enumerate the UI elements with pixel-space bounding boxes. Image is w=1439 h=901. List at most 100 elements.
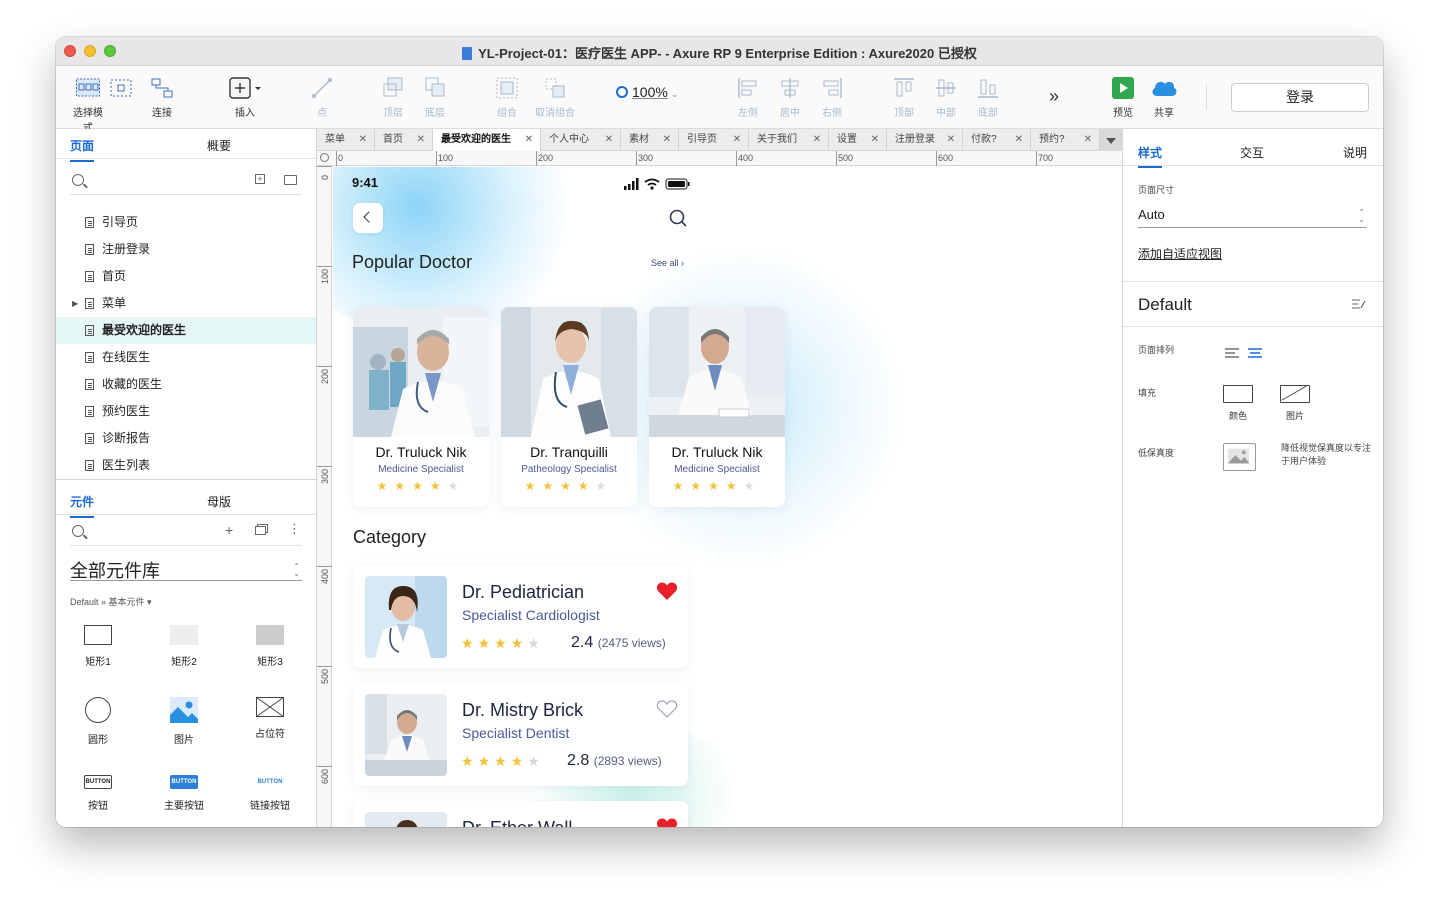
close-tab-icon[interactable]: ✕ xyxy=(947,129,955,151)
connect-tool[interactable]: 连接 xyxy=(150,76,174,119)
close-tab-icon[interactable]: ✕ xyxy=(1084,129,1092,151)
tab-payment[interactable]: 付款? ✕ xyxy=(963,129,1031,151)
category-doctor-card[interactable]: Dr. Ether Wall xyxy=(353,801,688,827)
see-all-link[interactable]: See all › xyxy=(651,258,684,268)
tab-guide[interactable]: 引导页 ✕ xyxy=(679,129,749,151)
favorite-heart-icon[interactable] xyxy=(656,817,678,827)
more-icon[interactable]: ⋮ xyxy=(288,521,301,537)
preview-tool[interactable]: 预览 xyxy=(1111,76,1135,119)
folder-icon[interactable] xyxy=(284,175,297,185)
widget-rect2[interactable]: 矩形2 xyxy=(152,625,216,668)
low-fidelity-toggle[interactable] xyxy=(1223,443,1256,471)
widget-rect1[interactable]: 矩形1 xyxy=(66,625,130,668)
search-icon[interactable] xyxy=(669,209,687,227)
tab-outline[interactable]: 概要 xyxy=(207,137,231,154)
bottom-layer-tool[interactable]: 底层 xyxy=(423,76,447,119)
page-item[interactable]: 引导页 xyxy=(56,209,316,236)
tab-menu[interactable]: 菜单 ✕ xyxy=(317,129,375,151)
select-dashed-tool[interactable] xyxy=(109,76,133,104)
tab-settings[interactable]: 设置 ✕ xyxy=(829,129,887,151)
popular-doctor-card[interactable]: Dr. Truluck Nik Medicine Specialist ★★★★… xyxy=(649,307,785,507)
close-tab-icon[interactable]: ✕ xyxy=(733,129,741,151)
back-button[interactable] xyxy=(353,203,383,233)
library-subtitle[interactable]: Default » 基本元件 ▾ xyxy=(70,595,152,608)
page-size-select[interactable]: Auto ⌃ ⌄ xyxy=(1138,207,1367,228)
tab-style[interactable]: 样式 xyxy=(1138,144,1163,168)
tab-about[interactable]: 关于我们 ✕ xyxy=(749,129,829,151)
align-left-icon[interactable] xyxy=(1225,345,1239,358)
ungroup-tool[interactable]: 取消组合 xyxy=(533,76,577,119)
align-middle-tool[interactable]: 中部 xyxy=(934,76,958,119)
close-tab-icon[interactable]: ✕ xyxy=(417,129,425,151)
close-tab-icon[interactable]: ✕ xyxy=(813,129,821,151)
align-center-tool[interactable]: 居中 xyxy=(778,76,802,119)
tab-masters[interactable]: 母版 xyxy=(207,493,231,510)
close-tab-icon[interactable]: ✕ xyxy=(871,129,879,151)
select-mode-tool[interactable]: 选择模式 xyxy=(70,76,106,134)
category-doctor-card[interactable]: Dr. Mistry Brick Specialist Dentist ★★★★… xyxy=(353,683,688,786)
widget-link-button[interactable]: BUTTON 链接按钮 xyxy=(238,775,302,812)
tab-personal-center[interactable]: 个人中心 ✕ xyxy=(541,129,621,151)
widget-button[interactable]: BUTTON 按钮 xyxy=(66,775,130,812)
align-right-tool[interactable]: 右侧 xyxy=(820,76,844,119)
pages-search[interactable]: + xyxy=(70,169,302,195)
fill-color-swatch[interactable] xyxy=(1223,385,1253,403)
widgets-search[interactable]: + ⋮ xyxy=(70,520,302,546)
point-tool[interactable]: 点 xyxy=(310,76,334,119)
login-button[interactable]: 登录 xyxy=(1231,83,1369,112)
add-library-icon[interactable]: + xyxy=(225,522,233,538)
widget-placeholder[interactable]: 占位符 xyxy=(238,697,302,740)
page-item[interactable]: 注册登录 xyxy=(56,236,316,263)
align-bottom-tool[interactable]: 底部 xyxy=(976,76,1000,119)
top-layer-tool[interactable]: 顶层 xyxy=(381,76,405,119)
widget-image[interactable]: 图片 xyxy=(152,697,216,746)
edit-style-icon[interactable] xyxy=(1351,297,1366,309)
tab-interaction[interactable]: 交互 xyxy=(1240,144,1264,161)
favorite-heart-outline-icon[interactable] xyxy=(656,699,678,719)
widget-circle[interactable]: 圆形 xyxy=(66,697,130,746)
add-page-icon[interactable]: + xyxy=(255,174,265,184)
close-tab-icon[interactable]: ✕ xyxy=(359,129,367,151)
share-tool[interactable]: 共享 xyxy=(1149,76,1179,119)
copy-icon[interactable] xyxy=(255,526,266,535)
align-top-tool[interactable]: 顶部 xyxy=(892,76,916,119)
page-item[interactable]: 预约医生 xyxy=(56,398,316,425)
library-select[interactable]: 全部元件库 ⌃ ⌄ xyxy=(70,557,302,581)
close-tab-icon[interactable]: ✕ xyxy=(525,129,533,151)
close-tab-icon[interactable]: ✕ xyxy=(1015,129,1023,151)
close-tab-icon[interactable]: ✕ xyxy=(605,129,613,151)
page-item[interactable]: 在线医生 xyxy=(56,344,316,371)
expand-arrow-icon[interactable]: ▶ xyxy=(72,290,78,317)
insert-tool[interactable]: 插入 xyxy=(228,76,262,119)
tab-pages[interactable]: 页面 xyxy=(70,137,95,162)
favorite-heart-icon[interactable] xyxy=(656,581,678,601)
close-tab-icon[interactable]: ✕ xyxy=(663,129,671,151)
page-item[interactable]: 诊断报告 xyxy=(56,425,316,452)
fill-image-swatch[interactable] xyxy=(1280,385,1310,403)
page-item[interactable]: 收藏的医生 xyxy=(56,371,316,398)
tab-widgets[interactable]: 元件 xyxy=(70,493,95,518)
tab-popular-doctors[interactable]: 最受欢迎的医生 ✕ xyxy=(433,129,541,151)
ruler-label: 300 xyxy=(638,153,654,163)
tab-notes[interactable]: 说明 xyxy=(1343,144,1367,161)
tab-overflow-button[interactable] xyxy=(1100,129,1122,151)
tab-register[interactable]: 注册登录 ✕ xyxy=(887,129,963,151)
tab-appointment[interactable]: 预约? ✕ xyxy=(1031,129,1100,151)
page-item-selected[interactable]: 最受欢迎的医生 xyxy=(56,317,316,344)
page-item[interactable]: 医生列表 xyxy=(56,452,316,479)
widget-primary-button[interactable]: BUTTON 主要按钮 xyxy=(152,775,216,812)
more-tools-button[interactable]: » xyxy=(1044,86,1064,107)
category-doctor-card[interactable]: Dr. Pediatrician Specialist Cardiologist… xyxy=(353,565,688,668)
group-tool[interactable]: 组合 xyxy=(495,76,519,119)
page-item[interactable]: ▶ 菜单 xyxy=(56,290,316,317)
popular-doctor-card[interactable]: Dr. Tranquilli Patheology Specialist ★★★… xyxy=(501,307,637,507)
tab-home[interactable]: 首页 ✕ xyxy=(375,129,433,151)
tab-assets[interactable]: 素材 ✕ xyxy=(621,129,679,151)
popular-doctor-card[interactable]: Dr. Truluck Nik Medicine Specialist ★★★★… xyxy=(353,307,489,507)
align-center-icon[interactable] xyxy=(1248,345,1262,358)
page-item[interactable]: 首页 xyxy=(56,263,316,290)
widget-rect3[interactable]: 矩形3 xyxy=(238,625,302,668)
align-left-tool[interactable]: 左侧 xyxy=(736,76,760,119)
add-adaptive-view-link[interactable]: 添加自适应视图 xyxy=(1138,245,1222,262)
zoom-control[interactable]: 100% ⌄ xyxy=(616,84,678,100)
